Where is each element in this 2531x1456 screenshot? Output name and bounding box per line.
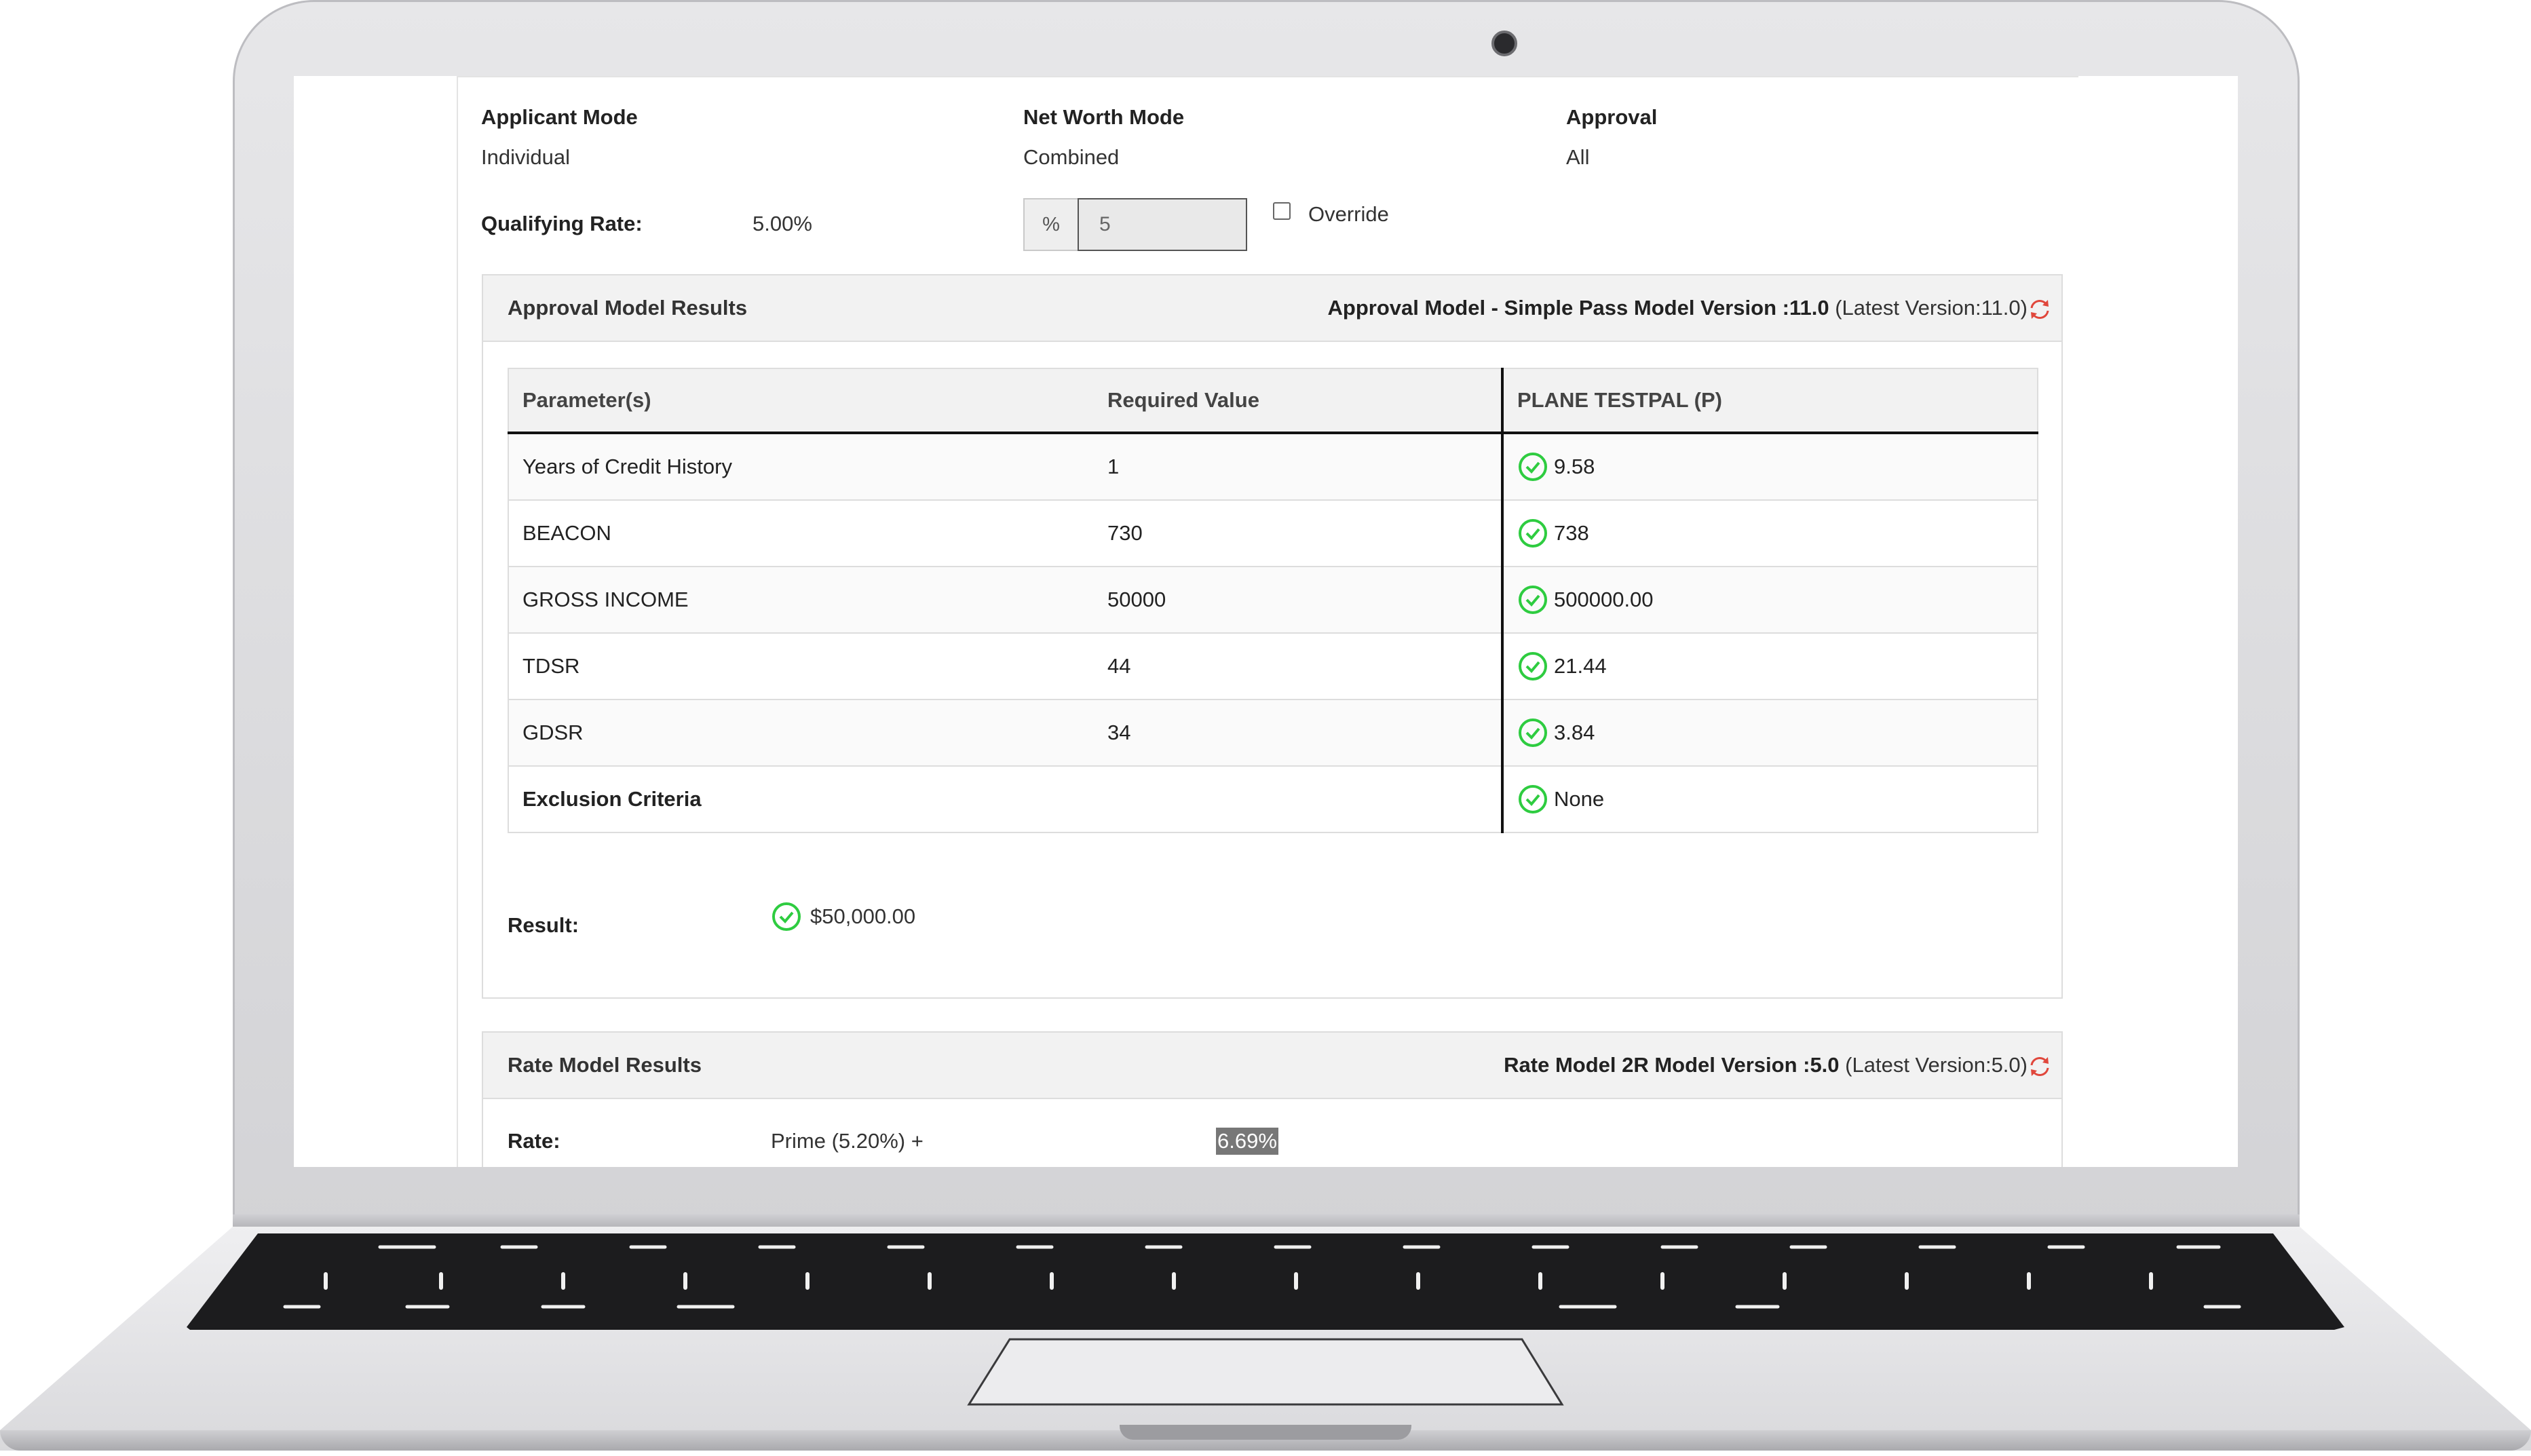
approval-model-name: Approval Model - Simple Pass Model Versi… (1327, 296, 1829, 320)
table-header-row: Parameter(s) Required Value PLANE TESTPA… (508, 368, 2038, 434)
value-text: 500000.00 (1554, 588, 1654, 611)
rate-panel-header: Rate Model Results Rate Model 2R Model V… (483, 1033, 2061, 1099)
value-cell: 738 (1502, 500, 2038, 567)
approval-model-panel: Approval Model Results Approval Model - … (482, 274, 2063, 999)
override-label: Override (1308, 202, 1389, 226)
param-cell: Years of Credit History (508, 433, 1094, 501)
value-text: None (1554, 787, 1605, 811)
required-cell: 44 (1094, 633, 1504, 700)
value-cell: 3.84 (1502, 700, 2038, 767)
value-cell: 500000.00 (1502, 567, 2038, 634)
value-text: 21.44 (1554, 654, 1607, 678)
qualifying-rate-input[interactable] (1078, 198, 1247, 251)
table-row: TDSR 44 21.44 (508, 633, 2038, 700)
rate-label: Rate: (508, 1129, 560, 1153)
approval-panel-title: Approval Model Results (508, 296, 748, 320)
value-cell: 9.58 (1502, 433, 2038, 501)
column-header-required-value: Required Value (1094, 368, 1504, 434)
qualifying-rate-label: Qualifying Rate: (481, 212, 643, 235)
value-cell: None (1502, 766, 2038, 833)
approval-panel-header: Approval Model Results Approval Model - … (483, 275, 2061, 342)
rate-formula: Prime (5.20%) + (771, 1129, 924, 1153)
approval-model-version: Approval Model - Simple Pass Model Versi… (1328, 296, 2028, 320)
check-circle-icon (772, 902, 801, 931)
rate-model-panel: Rate Model Results Rate Model 2R Model V… (482, 1031, 2063, 1167)
value-cell: 21.44 (1502, 633, 2038, 700)
rate-model-version: Rate Model 2R Model Version :5.0 (Latest… (1504, 1053, 2028, 1077)
approval-latest-version: (Latest Version:11.0) (1835, 296, 2028, 320)
table-row: GDSR 34 3.84 (508, 700, 2038, 767)
table-row: Exclusion Criteria None (508, 766, 2038, 833)
table-row: GROSS INCOME 50000 500000.00 (508, 567, 2038, 634)
check-circle-icon (1519, 453, 1547, 481)
check-circle-icon (1519, 586, 1547, 614)
value-text: 3.84 (1554, 721, 1595, 744)
result-value: $50,000.00 (771, 901, 915, 932)
applicant-mode-value: Individual (481, 145, 570, 169)
override-checkbox[interactable] (1273, 202, 1291, 220)
required-cell: 730 (1094, 500, 1504, 567)
param-cell: GDSR (508, 700, 1094, 767)
qualifying-rate-value: 5.00% (753, 212, 812, 235)
value-text: 738 (1554, 521, 1589, 545)
check-circle-icon (1519, 652, 1547, 681)
table-row: Years of Credit History 1 9.58 (508, 433, 2038, 501)
table-row: BEACON 730 738 (508, 500, 2038, 567)
param-cell: Exclusion Criteria (508, 766, 1094, 833)
approval-label: Approval (1566, 105, 1658, 129)
required-cell (1094, 766, 1504, 833)
laptop-screen: Applicant Mode Individual Net Worth Mode… (294, 76, 2238, 1167)
laptop-notch (1120, 1425, 1411, 1440)
approval-parameters-table: Parameter(s) Required Value PLANE TESTPA… (508, 368, 2038, 833)
percent-addon: % (1023, 198, 1079, 251)
check-circle-icon (1519, 719, 1547, 747)
net-worth-mode-label: Net Worth Mode (1023, 105, 1185, 129)
result-label: Result: (508, 913, 579, 937)
refresh-icon[interactable] (2028, 1054, 2052, 1079)
net-worth-mode-value: Combined (1023, 145, 1120, 169)
trackpad (967, 1338, 1564, 1406)
applicant-mode-label: Applicant Mode (481, 105, 638, 129)
required-cell: 50000 (1094, 567, 1504, 634)
required-cell: 34 (1094, 700, 1504, 767)
result-amount: $50,000.00 (810, 904, 916, 928)
column-header-applicant: PLANE TESTPAL (P) (1502, 368, 2038, 434)
camera-icon (1491, 31, 1517, 56)
value-text: 9.58 (1554, 455, 1595, 478)
rate-latest-version: (Latest Version:5.0) (1845, 1053, 2028, 1077)
param-cell: BEACON (508, 500, 1094, 567)
rate-value-highlight: 6.69% (1216, 1128, 1278, 1155)
param-cell: GROSS INCOME (508, 567, 1094, 634)
approval-value: All (1566, 145, 1590, 169)
param-cell: TDSR (508, 633, 1094, 700)
check-circle-icon (1519, 519, 1547, 548)
column-header-parameters: Parameter(s) (508, 368, 1094, 434)
check-circle-icon (1519, 785, 1547, 813)
rate-model-name: Rate Model 2R Model Version :5.0 (1504, 1053, 1840, 1077)
refresh-icon[interactable] (2028, 297, 2052, 322)
required-cell: 1 (1094, 433, 1504, 501)
rate-panel-title: Rate Model Results (508, 1053, 702, 1077)
application-view: Applicant Mode Individual Net Worth Mode… (294, 76, 2238, 1167)
